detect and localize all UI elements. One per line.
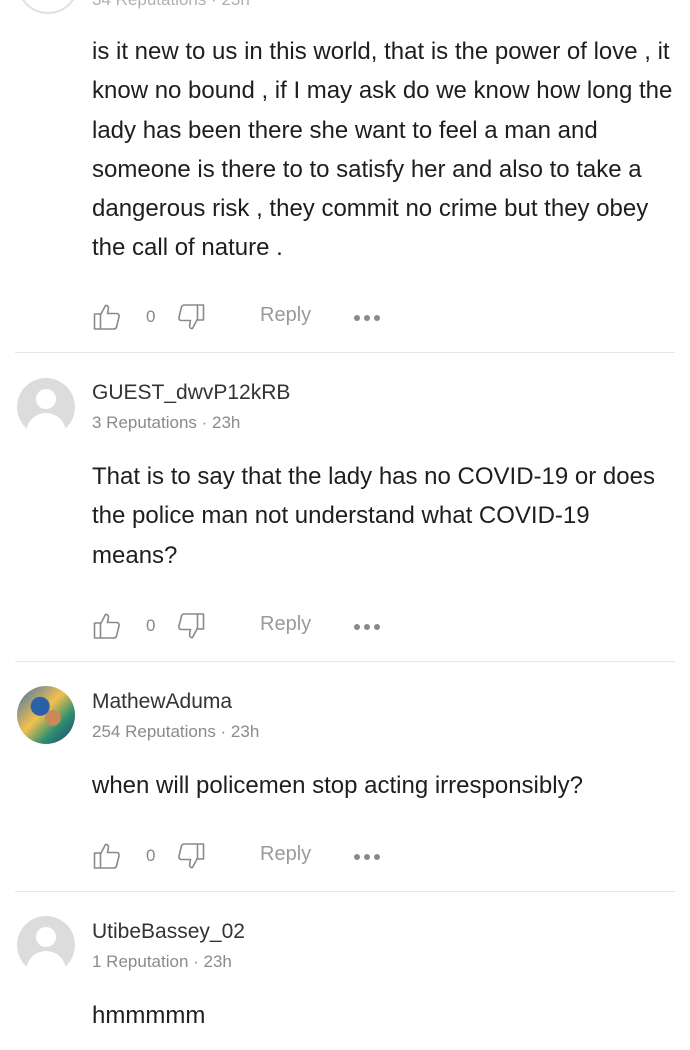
more-options-icon[interactable] (354, 854, 380, 862)
reply-button[interactable]: Reply (260, 304, 311, 327)
avatar[interactable] (17, 0, 79, 14)
comment-meta: 34 Reputations · 23h (92, 0, 250, 10)
comment-actions: 0 Reply (92, 611, 392, 643)
thumbs-down-icon[interactable] (176, 841, 206, 871)
reply-button[interactable]: Reply (260, 613, 311, 636)
like-count: 0 (146, 846, 156, 865)
divider (15, 891, 675, 892)
divider (15, 661, 675, 662)
thumbs-up-icon[interactable] (92, 841, 122, 871)
more-options-icon[interactable] (354, 624, 380, 632)
thumbs-down-icon[interactable] (176, 611, 206, 641)
comment-body: That is to say that the lady has no COVI… (92, 463, 655, 569)
like-count: 0 (146, 307, 156, 326)
comment-body: is it new to us in this world, that is t… (92, 38, 673, 262)
avatar[interactable] (17, 916, 75, 974)
comment-username[interactable]: MathewAduma (92, 690, 232, 714)
comment-meta: 3 Reputations · 23h (92, 413, 241, 432)
comment-username[interactable]: GUEST_dwvP12kRB (92, 381, 290, 405)
thumbs-down-icon[interactable] (176, 302, 206, 332)
thumbs-up-icon[interactable] (92, 611, 122, 641)
comment-actions: 0 Reply (92, 302, 392, 334)
comment-actions: 0 Reply (92, 841, 392, 873)
comment-meta: 254 Reputations · 23h (92, 722, 260, 741)
like-count: 0 (146, 616, 156, 635)
thumbs-up-icon[interactable] (92, 302, 122, 332)
more-options-icon[interactable] (354, 315, 380, 323)
comment-username[interactable]: UtibeBassey_02 (92, 920, 245, 944)
divider (15, 352, 675, 353)
avatar[interactable] (17, 686, 75, 744)
reply-button[interactable]: Reply (260, 843, 311, 866)
comment-body: when will policemen stop acting irrespon… (92, 772, 583, 799)
comment-meta: 1 Reputation · 23h (92, 952, 232, 971)
comment-body: hmmmmm (92, 1002, 206, 1029)
avatar[interactable] (17, 378, 75, 436)
